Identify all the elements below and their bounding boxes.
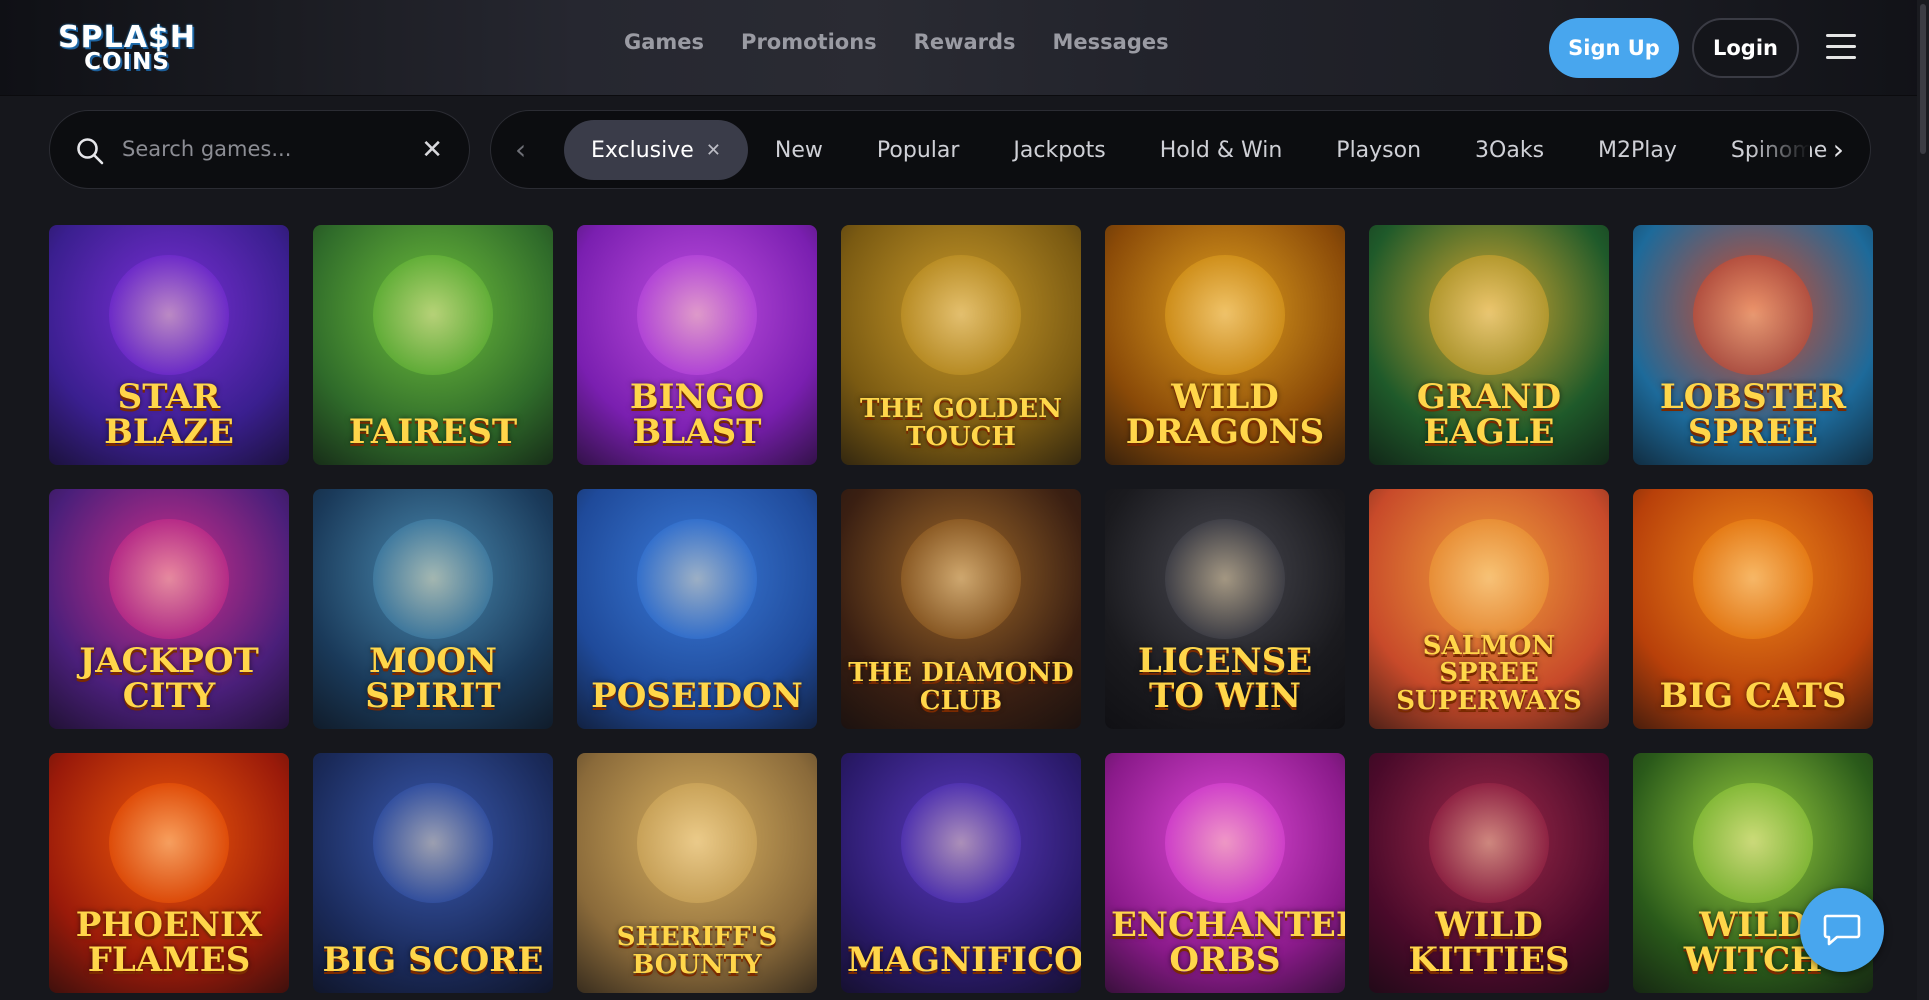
game-title: LOBSTER SPREE (1659, 376, 1847, 453)
splash-coins-logo[interactable]: SPLA$H COINS (52, 18, 202, 78)
search-bar[interactable]: Search games... ✕ (49, 110, 470, 189)
game-title: BINGO BLAST (629, 376, 765, 453)
game-tile[interactable]: PHOENIX FLAMES (49, 753, 289, 993)
game-title: BIG SCORE (322, 940, 544, 981)
filter-chip-exclusive[interactable]: Exclusive ✕ (564, 120, 748, 180)
login-button[interactable]: Login (1692, 18, 1799, 78)
category-chips: Exclusive ✕ New Popular Jackpots Hold & … (564, 120, 1854, 180)
game-tile[interactable]: Salmon Spree SUPERWAYS (1369, 489, 1609, 729)
game-title: SHERIFF'S BOUNTY (616, 922, 778, 980)
game-tile-character (637, 519, 757, 639)
game-title: JACKPOT CITY (79, 640, 259, 717)
game-tile-character (109, 255, 229, 375)
game-tile[interactable]: POSEIDON (577, 489, 817, 729)
game-tile-character (1693, 519, 1813, 639)
game-tile-character (901, 519, 1021, 639)
game-tile-character (1429, 783, 1549, 903)
game-tile[interactable]: BIG SCORE (313, 753, 553, 993)
game-title: MAGNIFICO (847, 940, 1081, 981)
game-tile-character (637, 255, 757, 375)
game-tile[interactable]: Enchanted Orbs (1105, 753, 1345, 993)
chat-button[interactable] (1800, 888, 1884, 972)
game-title: Salmon Spree SUPERWAYS (1396, 631, 1582, 716)
nav-messages[interactable]: Messages (1053, 30, 1169, 54)
filter-chip-label: Exclusive (591, 137, 694, 163)
chevron-left-icon[interactable]: ‹ (515, 133, 526, 166)
game-title: WILD DRAGONS (1125, 376, 1325, 453)
filter-chip-new[interactable]: New (748, 120, 850, 180)
game-tile-character (1693, 255, 1813, 375)
game-title: GRAND EAGLE (1416, 376, 1562, 453)
game-tile-character (1429, 255, 1549, 375)
game-tile[interactable]: License to Win (1105, 489, 1345, 729)
game-tile[interactable]: BIG CATS (1633, 489, 1873, 729)
game-tile[interactable]: WILD DRAGONS (1105, 225, 1345, 465)
game-title: PHOENIX FLAMES (75, 904, 263, 981)
search-input[interactable]: Search games... (122, 137, 291, 161)
game-tile-character (1693, 783, 1813, 903)
game-title: Enchanted Orbs (1111, 904, 1345, 981)
game-tile-character (1165, 519, 1285, 639)
search-icon (77, 138, 104, 165)
game-tile[interactable]: LOBSTER SPREE (1633, 225, 1873, 465)
game-title: THE GOLDEN TOUCH (859, 394, 1063, 452)
game-tile-character (1429, 519, 1549, 639)
chips-fade (1750, 111, 1810, 188)
clear-search-icon[interactable]: ✕ (421, 135, 443, 165)
game-tile[interactable]: THE DIAMOND CLUB (841, 489, 1081, 729)
logo-line1: SPLA$H (58, 19, 196, 55)
main-nav: Games Promotions Rewards Messages (624, 30, 1169, 54)
filter-chip-m2play[interactable]: M2Play (1571, 120, 1704, 180)
game-tile-character (1165, 783, 1285, 903)
logo-line2: COINS (84, 48, 170, 75)
game-grid: STAR BLAZE FAIREST BINGO BLAST THE GOLDEN T… (49, 225, 1873, 993)
game-tile[interactable]: SHERIFF'S BOUNTY (577, 753, 817, 993)
filter-chip-hold-win[interactable]: Hold & Win (1133, 120, 1310, 180)
sign-up-button[interactable]: Sign Up (1549, 18, 1679, 78)
page-scrollbar[interactable] (1917, 0, 1929, 1000)
nav-rewards[interactable]: Rewards (914, 30, 1016, 54)
game-tile[interactable]: Wild Kitties (1369, 753, 1609, 993)
chat-bubble-icon (1823, 914, 1861, 946)
game-tile-character (109, 783, 229, 903)
game-tile[interactable]: JACKPOT CITY (49, 489, 289, 729)
game-tile[interactable]: STAR BLAZE (49, 225, 289, 465)
game-title: Wild Kitties (1408, 904, 1570, 981)
filter-chip-playson[interactable]: Playson (1309, 120, 1448, 180)
game-tile[interactable]: THE GOLDEN TOUCH (841, 225, 1081, 465)
filter-chip-3oaks[interactable]: 3Oaks (1448, 120, 1571, 180)
game-title: License to Win (1137, 640, 1313, 717)
nav-games[interactable]: Games (624, 30, 704, 54)
game-tile[interactable]: FAIREST (313, 225, 553, 465)
game-tile[interactable]: MOON SPIRIT (313, 489, 553, 729)
game-tile-character (901, 783, 1021, 903)
hamburger-menu-icon[interactable] (1826, 34, 1856, 60)
game-tile[interactable]: MAGNIFICO (841, 753, 1081, 993)
game-tile-character (1165, 255, 1285, 375)
game-title: FAIREST (348, 412, 518, 453)
game-title: POSEIDON (591, 676, 803, 717)
game-title: THE DIAMOND CLUB (848, 658, 1074, 716)
game-title: STAR BLAZE (104, 376, 234, 453)
game-title: BIG CATS (1659, 676, 1847, 717)
nav-promotions[interactable]: Promotions (741, 30, 877, 54)
category-filter-bar: ‹ Exclusive ✕ New Popular Jackpots Hold … (490, 110, 1871, 189)
chevron-right-icon[interactable]: › (1833, 133, 1844, 166)
site-header: SPLA$H COINS Games Promotions Rewards Me… (0, 0, 1929, 96)
game-tile-character (373, 519, 493, 639)
game-tile-character (373, 783, 493, 903)
game-tile-character (637, 783, 757, 903)
remove-filter-icon[interactable]: ✕ (706, 140, 721, 161)
game-tile-character (373, 255, 493, 375)
game-tile[interactable]: BINGO BLAST (577, 225, 817, 465)
game-tile[interactable]: GRAND EAGLE (1369, 225, 1609, 465)
filter-chip-popular[interactable]: Popular (850, 120, 987, 180)
game-tile-character (901, 255, 1021, 375)
game-title: MOON SPIRIT (365, 640, 501, 717)
filter-chip-jackpots[interactable]: Jackpots (986, 120, 1132, 180)
game-tile-character (109, 519, 229, 639)
